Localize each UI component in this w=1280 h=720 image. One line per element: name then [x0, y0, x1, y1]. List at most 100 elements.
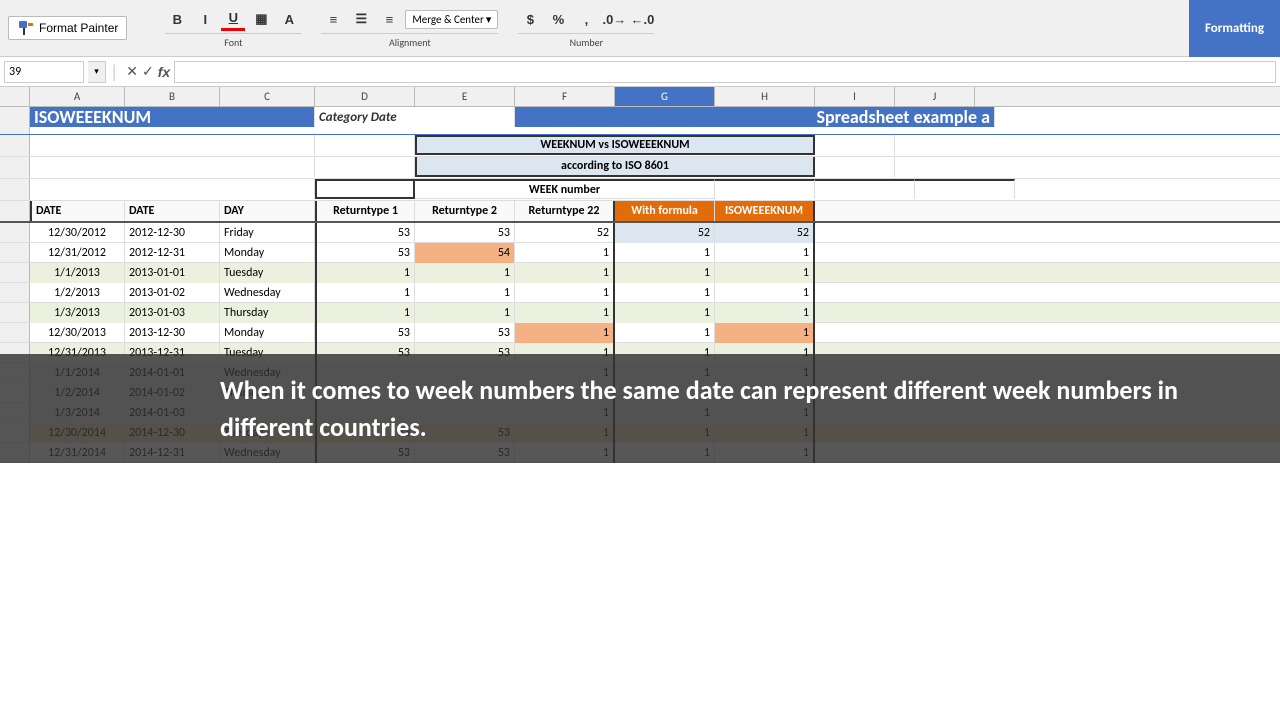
cell-3-b[interactable]: 2013-01-01 — [125, 263, 220, 283]
cell-6-g[interactable]: 1 — [615, 323, 715, 343]
cell-6-d[interactable]: 53 — [315, 323, 415, 343]
cell-5-b[interactable]: 2013-01-03 — [125, 303, 220, 323]
pipe-separator: | — [110, 61, 118, 83]
cell-1-c[interactable]: Friday — [220, 223, 315, 243]
merge-center-button[interactable]: Merge & Center ▾ — [405, 10, 498, 29]
cell-3-f[interactable]: 1 — [515, 263, 615, 283]
ribbon-group-font: B I U ▦ A Font — [165, 7, 301, 49]
col-header-i[interactable]: I — [815, 87, 895, 106]
row-header-cl — [0, 201, 30, 221]
cell-4-b[interactable]: 2013-01-02 — [125, 283, 220, 303]
percent-button[interactable]: % — [546, 7, 570, 31]
cell-3-g[interactable]: 1 — [615, 263, 715, 283]
cell-4-f[interactable]: 1 — [515, 283, 615, 303]
cell-4-e[interactable]: 1 — [415, 283, 515, 303]
cell-3-a[interactable]: 1/1/2013 — [30, 263, 125, 283]
row-header-3 — [0, 263, 30, 282]
col-header-a[interactable]: A — [30, 87, 125, 106]
cell-6-b[interactable]: 2013-12-30 — [125, 323, 220, 343]
cell-3-h[interactable]: 1 — [715, 263, 815, 283]
cell-6-a[interactable]: 12/30/2013 — [30, 323, 125, 343]
empty-h-wn — [915, 179, 1015, 199]
row-header-6 — [0, 323, 30, 342]
comma-button[interactable]: , — [574, 7, 598, 31]
empty-a-i2 — [30, 157, 315, 177]
cell-2-a[interactable]: 12/31/2012 — [30, 243, 125, 263]
insert-function-button[interactable]: fx — [158, 64, 170, 80]
name-box-dropdown[interactable]: ▾ — [88, 61, 106, 83]
col-headers: A B C D E F G H I J — [0, 87, 1280, 107]
cell-5-c[interactable]: Thursday — [220, 303, 315, 323]
cell-2-d[interactable]: 53 — [315, 243, 415, 263]
col-header-d[interactable]: D — [315, 87, 415, 106]
cell-1-e[interactable]: 53 — [415, 223, 515, 243]
cell-1-f[interactable]: 52 — [515, 223, 615, 243]
cell-4-c[interactable]: Wednesday — [220, 283, 315, 303]
col-header-f[interactable]: F — [515, 87, 615, 106]
empty-g-wn — [815, 179, 915, 199]
bold-button[interactable]: B — [165, 7, 189, 31]
ribbon-groups: B I U ▦ A Font ≡ ☰ ≡ Merge & Center ▾ — [165, 7, 654, 49]
col-header-h[interactable]: H — [715, 87, 815, 106]
number-icons: $ % , .0→ ←.0 — [518, 7, 654, 31]
cell-5-d[interactable]: 1 — [315, 303, 415, 323]
info-weeknum-header: WEEKNUM vs ISOWEEEKNUM — [415, 135, 815, 155]
cell-6-f[interactable]: 1 — [515, 323, 615, 343]
cell-4-g[interactable]: 1 — [615, 283, 715, 303]
cell-5-f[interactable]: 1 — [515, 303, 615, 323]
col-header-j[interactable]: J — [895, 87, 975, 106]
increase-decimal-button[interactable]: .0→ — [602, 7, 626, 31]
cell-1-h[interactable]: 52 — [715, 223, 815, 243]
cell-1-b[interactable]: 2012-12-30 — [125, 223, 220, 243]
cell-4-a[interactable]: 1/2/2013 — [30, 283, 125, 303]
cell-5-g[interactable]: 1 — [615, 303, 715, 323]
data-row-5: 1/3/2013 2013-01-03 Thursday 1 1 1 1 1 — [0, 303, 1280, 323]
align-right-button[interactable]: ≡ — [377, 7, 401, 31]
cell-3-c[interactable]: Tuesday — [220, 263, 315, 283]
formula-input[interactable] — [174, 61, 1276, 83]
align-left-button[interactable]: ≡ — [321, 7, 345, 31]
cell-6-h[interactable]: 1 — [715, 323, 815, 343]
cell-5-e[interactable]: 1 — [415, 303, 515, 323]
col-header-b[interactable]: B — [125, 87, 220, 106]
col-label-formula: With formula — [615, 201, 715, 221]
cell-2-c[interactable]: Monday — [220, 243, 315, 263]
empty-f-wn — [715, 179, 815, 199]
cell-5-a[interactable]: 1/3/2013 — [30, 303, 125, 323]
title-isoweeeknum: ISOWEEEKNUM — [30, 107, 315, 127]
empty-a-wn — [30, 179, 315, 199]
cell-1-d[interactable]: 53 — [315, 223, 415, 243]
format-painter-button[interactable]: Format Painter — [8, 16, 127, 40]
cell-2-g[interactable]: 1 — [615, 243, 715, 263]
col-header-c[interactable]: C — [220, 87, 315, 106]
cell-1-g[interactable]: 52 — [615, 223, 715, 243]
cell-3-e[interactable]: 1 — [415, 263, 515, 283]
align-center-button[interactable]: ☰ — [349, 7, 373, 31]
decrease-decimal-button[interactable]: ←.0 — [630, 7, 654, 31]
cell-2-b[interactable]: 2012-12-31 — [125, 243, 220, 263]
currency-button[interactable]: $ — [518, 7, 542, 31]
border-button[interactable]: ▦ — [249, 7, 273, 31]
cell-1-a[interactable]: 12/30/2012 — [30, 223, 125, 243]
info-iso-header: according to ISO 8601 — [415, 157, 815, 177]
cell-4-h[interactable]: 1 — [715, 283, 815, 303]
col-header-e[interactable]: E — [415, 87, 515, 106]
name-box[interactable]: 39 — [4, 61, 84, 83]
cell-6-e[interactable]: 53 — [415, 323, 515, 343]
col-header-g[interactable]: G — [615, 87, 715, 106]
cancel-formula-button[interactable]: ✕ — [126, 63, 138, 80]
cell-2-e[interactable]: 54 — [415, 243, 515, 263]
row-header-2 — [0, 243, 30, 262]
formula-icons: ✕ ✓ fx — [126, 63, 170, 80]
cell-2-h[interactable]: 1 — [715, 243, 815, 263]
cell-4-d[interactable]: 1 — [315, 283, 415, 303]
info-row-1: WEEKNUM vs ISOWEEEKNUM — [0, 135, 1280, 157]
confirm-formula-button[interactable]: ✓ — [142, 63, 154, 80]
underline-button[interactable]: U — [221, 7, 245, 31]
cell-5-h[interactable]: 1 — [715, 303, 815, 323]
cell-6-c[interactable]: Monday — [220, 323, 315, 343]
cell-3-d[interactable]: 1 — [315, 263, 415, 283]
cell-2-f[interactable]: 1 — [515, 243, 615, 263]
fill-color-button[interactable]: A — [277, 7, 301, 31]
italic-button[interactable]: I — [193, 7, 217, 31]
